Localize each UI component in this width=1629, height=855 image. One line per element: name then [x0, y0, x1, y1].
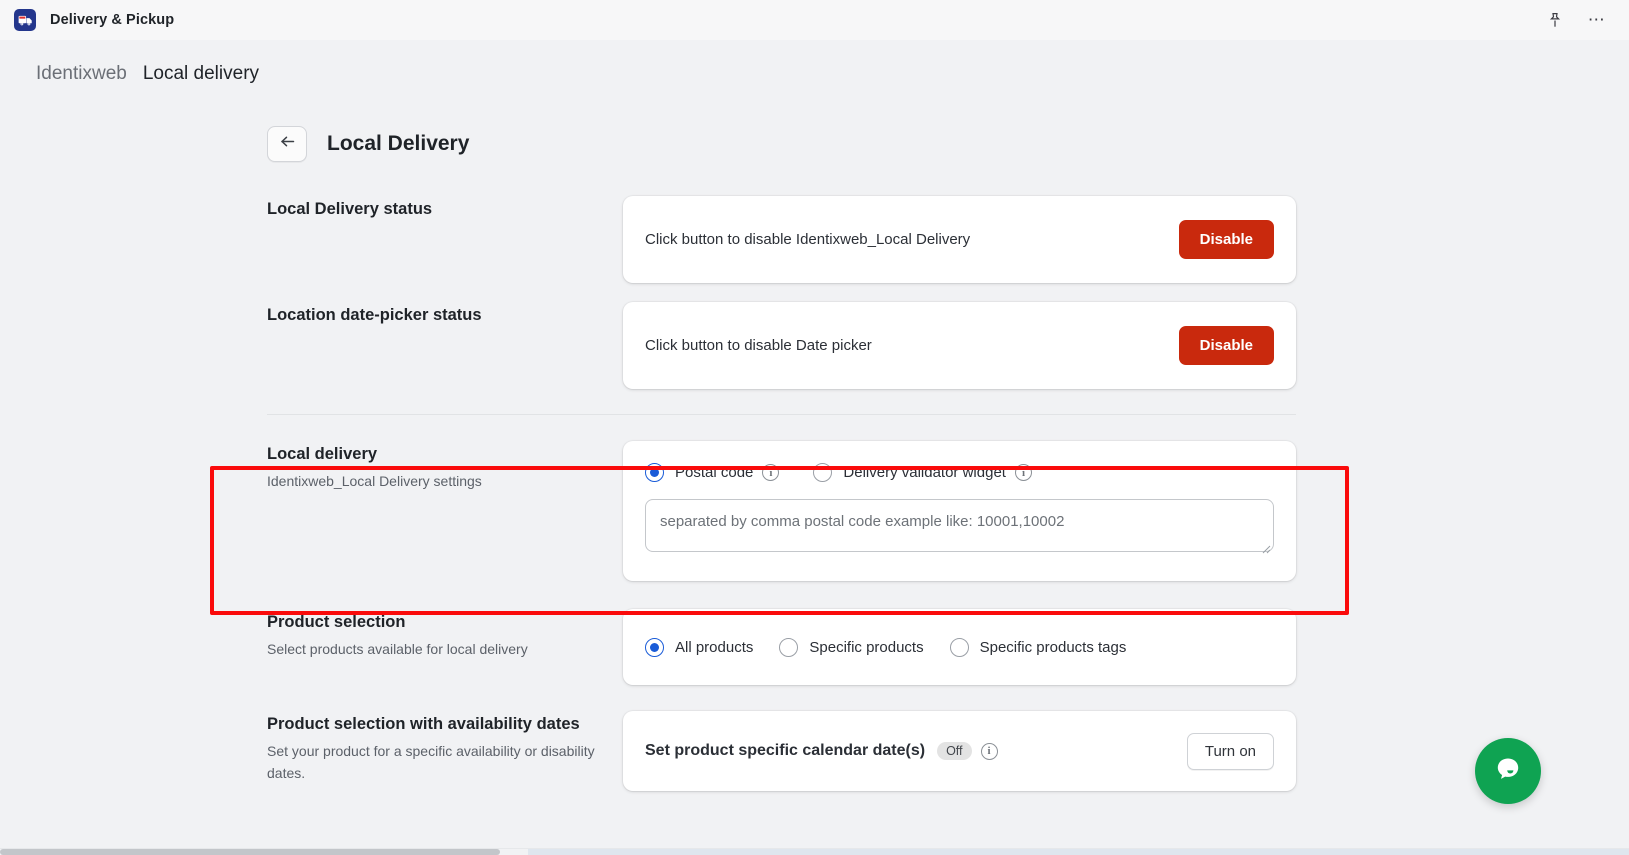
arrow-left-icon: [279, 134, 296, 154]
row-label: Location date-picker status: [267, 302, 623, 389]
radio-label: Delivery validator widget: [843, 464, 1006, 481]
delivery-truck-icon: [14, 9, 36, 31]
status-badge: Off: [937, 742, 972, 760]
radio-label: Postal code: [675, 464, 754, 481]
radio-indicator[interactable]: [813, 463, 833, 482]
app-title: Delivery & Pickup: [50, 12, 175, 28]
chat-widget-button[interactable]: [1475, 738, 1541, 804]
radio-indicator[interactable]: [779, 637, 799, 657]
radio-postal-code[interactable]: Postal code: [645, 463, 753, 482]
postal-code-input[interactable]: [645, 499, 1274, 552]
page-title: Local Delivery: [327, 132, 470, 155]
radio-indicator[interactable]: [645, 463, 664, 482]
card-availability-dates: Set product specific calendar date(s) Of…: [623, 711, 1296, 791]
breadcrumb: Identixweb Local delivery: [0, 40, 1629, 108]
radio-indicator[interactable]: [949, 637, 969, 657]
disable-local-delivery-button[interactable]: Disable: [1178, 220, 1274, 259]
radio-label: Specific products: [809, 638, 924, 656]
more-horizontal-icon[interactable]: ⋯: [1587, 10, 1607, 30]
disable-date-picker-button[interactable]: Disable: [1178, 326, 1274, 365]
postal-code-textarea-wrapper: [645, 499, 1274, 557]
app-titlebar: Delivery & Pickup ⋯: [0, 0, 1629, 40]
page-content: Local Delivery Local Delivery status Cli…: [0, 108, 1629, 855]
radio-specific-products-tags[interactable]: Specific products tags: [949, 637, 1127, 657]
row-subtitle: Identixweb_Local Delivery settings: [267, 473, 482, 490]
row-title: Product selection: [267, 613, 406, 631]
info-icon[interactable]: i: [980, 742, 998, 760]
card-date-picker-status: Click button to disable Date picker Disa…: [623, 302, 1296, 389]
chat-bubble-icon: [1491, 752, 1525, 791]
info-icon[interactable]: i: [762, 464, 780, 481]
row-label: Local delivery Identixweb_Local Delivery…: [267, 441, 623, 581]
row-availability-dates: Product selection with availability date…: [0, 711, 1629, 791]
row-title: Local Delivery status: [267, 200, 433, 218]
row-product-selection: Product selection Select products availa…: [0, 609, 1629, 685]
info-icon[interactable]: i: [1014, 464, 1032, 481]
scrollbar-thumb[interactable]: [0, 849, 500, 855]
card-text: Click button to disable Date picker: [645, 337, 872, 354]
row-title: Location date-picker status: [267, 306, 482, 324]
card-local-delivery-status: Click button to disable Identixweb_Local…: [623, 196, 1296, 283]
appbar-actions: ⋯: [1545, 10, 1615, 30]
page-header: Local Delivery: [0, 108, 1629, 162]
row-local-delivery-status: Local Delivery status Click button to di…: [0, 190, 1629, 283]
scrollbar-track[interactable]: [528, 849, 1629, 855]
row-label: Local Delivery status: [267, 196, 623, 283]
settings-rows: Local Delivery status Click button to di…: [0, 190, 1629, 791]
radio-label: All products: [675, 638, 754, 656]
radio-all-products[interactable]: All products: [645, 637, 754, 657]
back-button[interactable]: [267, 126, 307, 162]
breadcrumb-parent[interactable]: Identixweb: [36, 63, 127, 85]
row-label: Product selection Select products availa…: [267, 609, 623, 685]
row-title: Product selection with availability date…: [267, 715, 580, 733]
horizontal-scrollbar[interactable]: [0, 848, 1629, 855]
row-label: Product selection with availability date…: [267, 711, 623, 791]
radio-label: Specific products tags: [979, 638, 1127, 656]
radio-delivery-validator-widget[interactable]: Delivery validator widget: [813, 463, 1006, 482]
local-delivery-radio-group: Postal code i Delivery validator widget …: [645, 463, 1274, 482]
pin-icon[interactable]: [1545, 10, 1565, 30]
row-title: Local delivery: [267, 445, 378, 463]
row-local-delivery: Local delivery Identixweb_Local Delivery…: [0, 441, 1629, 581]
product-selection-radio-group: All products Specific products Specific …: [645, 637, 1127, 657]
card-local-delivery: Postal code i Delivery validator widget …: [623, 441, 1296, 581]
card-text: Set product specific calendar date(s): [645, 742, 926, 759]
row-date-picker-status: Location date-picker status Click button…: [0, 302, 1629, 389]
row-subtitle: Select products available for local deli…: [267, 641, 528, 658]
radio-indicator[interactable]: [645, 637, 664, 657]
breadcrumb-current: Local delivery: [142, 63, 260, 84]
row-subtitle: Set your product for a specific availabi…: [267, 743, 595, 781]
radio-specific-products[interactable]: Specific products: [779, 637, 924, 657]
card-text: Click button to disable Identixweb_Local…: [645, 231, 971, 248]
card-product-selection: All products Specific products Specific …: [623, 609, 1296, 685]
turn-on-button[interactable]: Turn on: [1186, 732, 1274, 770]
